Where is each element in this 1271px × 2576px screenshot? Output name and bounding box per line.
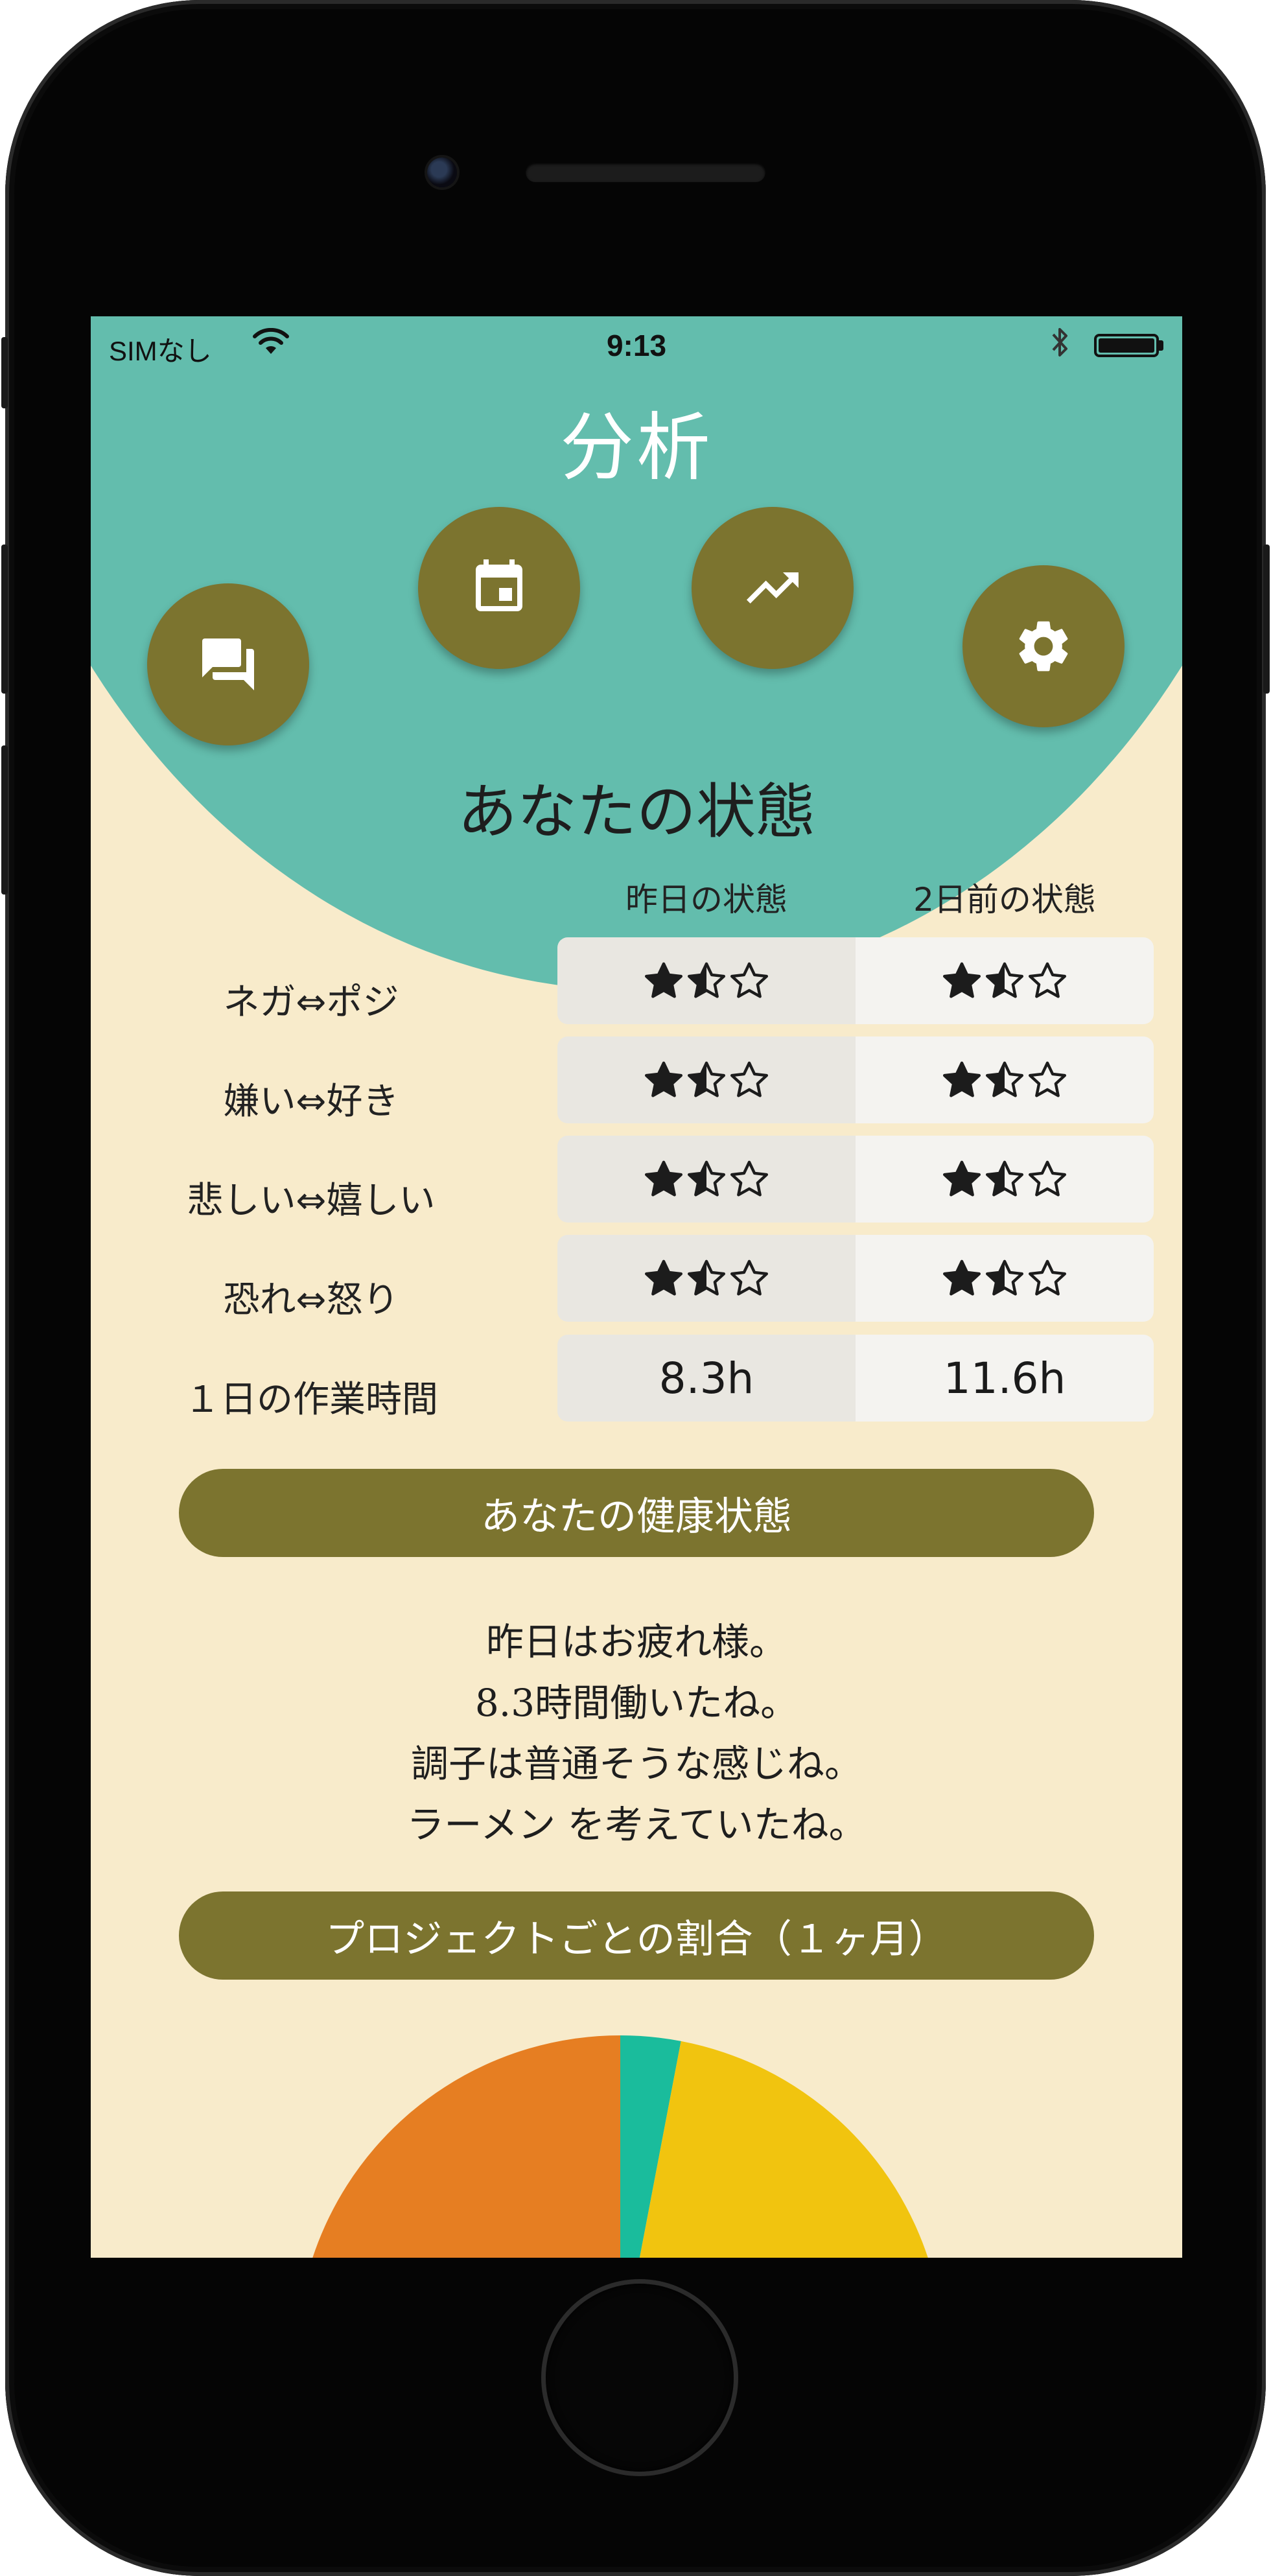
star-empty-icon	[1028, 1259, 1067, 1296]
battery-icon	[1094, 334, 1159, 357]
rating-yesterday-cell	[557, 937, 856, 1024]
status-bar: SIMなし 9:13	[91, 316, 1182, 368]
state-section-title: あなたの状態	[457, 777, 815, 847]
star-filled-icon	[942, 1259, 981, 1296]
star-half-icon	[985, 1160, 1024, 1197]
star-empty-icon	[730, 1061, 769, 1097]
trending-up-icon	[747, 572, 799, 603]
star-rating	[642, 1059, 771, 1101]
star-empty-icon	[730, 962, 769, 998]
app-screen: SIMなし 9:13 分析 あなたの状態 昨日の状態 2日前の状態 ネガ⇔ポジ …	[91, 316, 1182, 2258]
pie-slice	[312, 2035, 620, 2258]
work-hours-label: １日の作業時間	[184, 1379, 438, 1421]
star-half-icon	[687, 1061, 726, 1097]
star-rating	[642, 1257, 771, 1300]
column-header-two-days-ago: 2日前の状態	[913, 881, 1096, 919]
rating-yesterday-cell	[557, 1136, 856, 1223]
star-half-icon	[985, 962, 1024, 998]
star-empty-icon	[1028, 1061, 1067, 1097]
state-row-label: 嫌い⇔好き	[223, 1081, 399, 1123]
star-empty-icon	[1028, 962, 1067, 998]
star-filled-icon	[644, 1160, 683, 1197]
star-half-icon	[687, 962, 726, 998]
rating-two-days-ago-cell	[856, 937, 1154, 1024]
earpiece-speaker	[526, 163, 765, 182]
star-rating	[642, 959, 771, 1002]
work-hours-yesterday-value: 8.3h	[659, 1353, 754, 1403]
work-hours-two-days-ago-value: 11.6h	[943, 1353, 1066, 1403]
message-line: ラーメン を考えていたね。	[406, 1803, 867, 1847]
calendar-icon	[476, 559, 522, 611]
star-rating	[940, 1059, 1069, 1101]
column-header-yesterday: 昨日の状態	[625, 881, 787, 919]
star-filled-icon	[644, 962, 683, 998]
calendar-button[interactable]	[418, 507, 580, 669]
chat-button[interactable]	[147, 583, 309, 745]
star-empty-icon	[1028, 1160, 1067, 1197]
analysis-button[interactable]	[692, 507, 854, 669]
star-filled-icon	[942, 962, 981, 998]
state-row-label: 恐れ⇔怒り	[223, 1279, 399, 1321]
star-half-icon	[687, 1259, 726, 1296]
star-half-icon	[985, 1259, 1024, 1296]
state-row-label: 悲しい⇔嬉しい	[187, 1180, 436, 1222]
rating-two-days-ago-cell	[856, 1136, 1154, 1223]
message-line: 調子は普通そうな感じね。	[410, 1742, 862, 1786]
chat-icon	[202, 638, 254, 690]
battery-cap	[1159, 340, 1163, 351]
work-hours-yesterday: 8.3h	[557, 1335, 856, 1422]
rating-yesterday-cell	[557, 1036, 856, 1123]
volume-down-button	[1, 745, 8, 895]
volume-up-button	[1, 544, 8, 694]
project-ratio-button[interactable]: プロジェクトごとの割合（１ヶ月）	[179, 1891, 1094, 1980]
home-button[interactable]	[546, 2284, 734, 2472]
star-empty-icon	[730, 1259, 769, 1296]
settings-button[interactable]	[962, 565, 1125, 727]
message-line: 8.3時間働いたね。	[474, 1681, 799, 1725]
project-pie-chart	[312, 2035, 928, 2258]
star-filled-icon	[644, 1061, 683, 1097]
star-rating	[940, 959, 1069, 1002]
page-title: 分析	[559, 404, 713, 491]
star-rating	[642, 1158, 771, 1200]
star-half-icon	[687, 1160, 726, 1197]
health-message: 昨日はお疲れ様。 8.3時間働いたね。 調子は普通そうな感じね。 ラーメン を考…	[91, 1611, 1182, 1855]
gear-icon	[1019, 621, 1068, 672]
star-filled-icon	[644, 1259, 683, 1296]
rating-yesterday-cell	[557, 1235, 856, 1322]
rating-two-days-ago-cell	[856, 1235, 1154, 1322]
bluetooth-icon	[1052, 328, 1067, 357]
power-button	[1263, 544, 1270, 694]
star-half-icon	[985, 1061, 1024, 1097]
star-rating	[940, 1158, 1069, 1200]
star-empty-icon	[730, 1160, 769, 1197]
state-row-label: ネガ⇔ポジ	[223, 981, 399, 1024]
star-filled-icon	[942, 1061, 981, 1097]
message-line: 昨日はお疲れ様。	[485, 1620, 787, 1664]
work-hours-two-days-ago: 11.6h	[856, 1335, 1154, 1422]
star-filled-icon	[942, 1160, 981, 1197]
rating-two-days-ago-cell	[856, 1036, 1154, 1123]
front-camera	[427, 158, 457, 187]
star-rating	[940, 1257, 1069, 1300]
health-status-button[interactable]: あなたの健康状態	[179, 1469, 1094, 1557]
mute-switch	[1, 337, 8, 408]
status-time: 9:13	[606, 329, 667, 362]
